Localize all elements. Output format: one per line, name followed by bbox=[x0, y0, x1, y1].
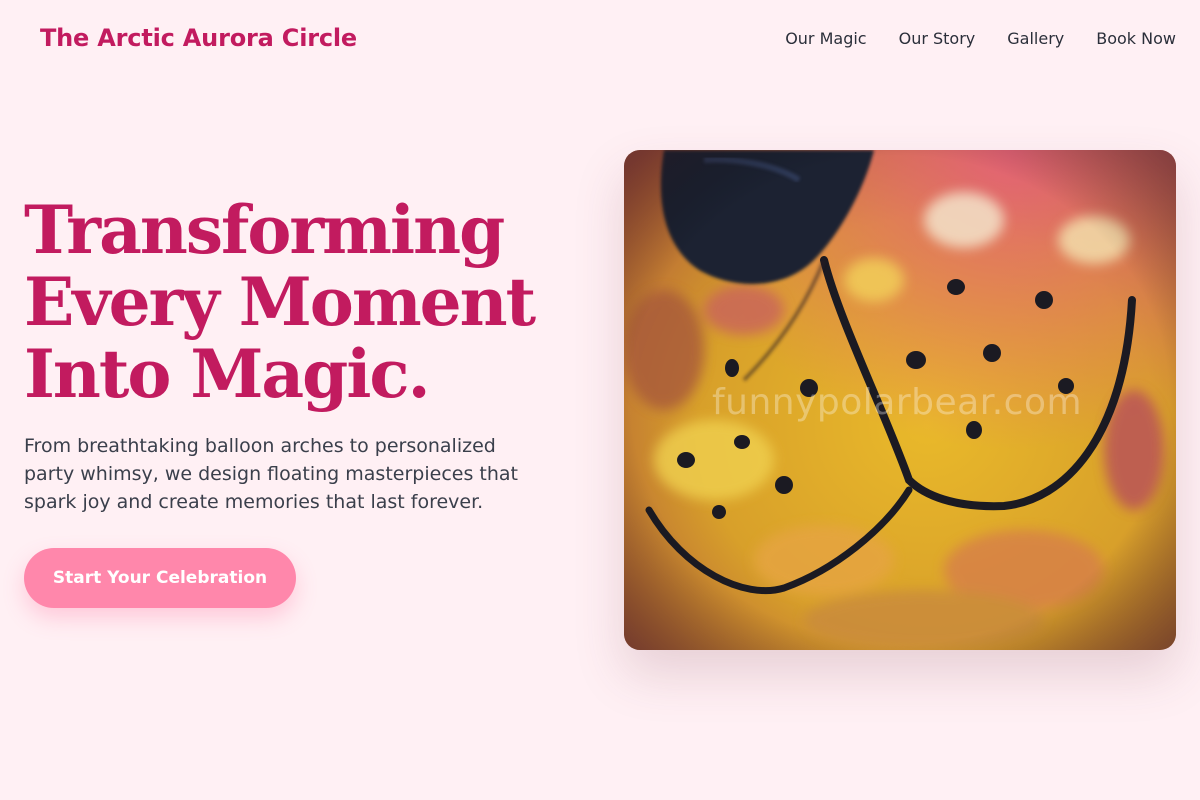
hero-title-line-2: Every Moment bbox=[24, 263, 536, 341]
nav-gallery[interactable]: Gallery bbox=[1007, 29, 1064, 48]
brand-logo-text[interactable]: The Arctic Aurora Circle bbox=[40, 24, 357, 52]
nav-book-now[interactable]: Book Now bbox=[1096, 29, 1176, 48]
nav-our-magic[interactable]: Our Magic bbox=[785, 29, 866, 48]
start-celebration-button[interactable]: Start Your Celebration bbox=[24, 548, 296, 608]
hero-title: Transforming Every Moment Into Magic. bbox=[24, 194, 584, 410]
hero-image: funnypolarbear.com bbox=[624, 150, 1176, 650]
page: The Arctic Aurora Circle Our Magic Our S… bbox=[0, 0, 1200, 800]
site-header: The Arctic Aurora Circle Our Magic Our S… bbox=[0, 0, 1200, 80]
main-nav: Our Magic Our Story Gallery Book Now bbox=[785, 29, 1176, 48]
nav-our-story[interactable]: Our Story bbox=[899, 29, 976, 48]
image-watermark: funnypolarbear.com bbox=[712, 382, 1083, 423]
hero-title-line-3: Into Magic. bbox=[24, 335, 431, 413]
hero-title-line-1: Transforming bbox=[24, 191, 505, 269]
hero-subtitle: From breathtaking balloon arches to pers… bbox=[24, 435, 518, 513]
